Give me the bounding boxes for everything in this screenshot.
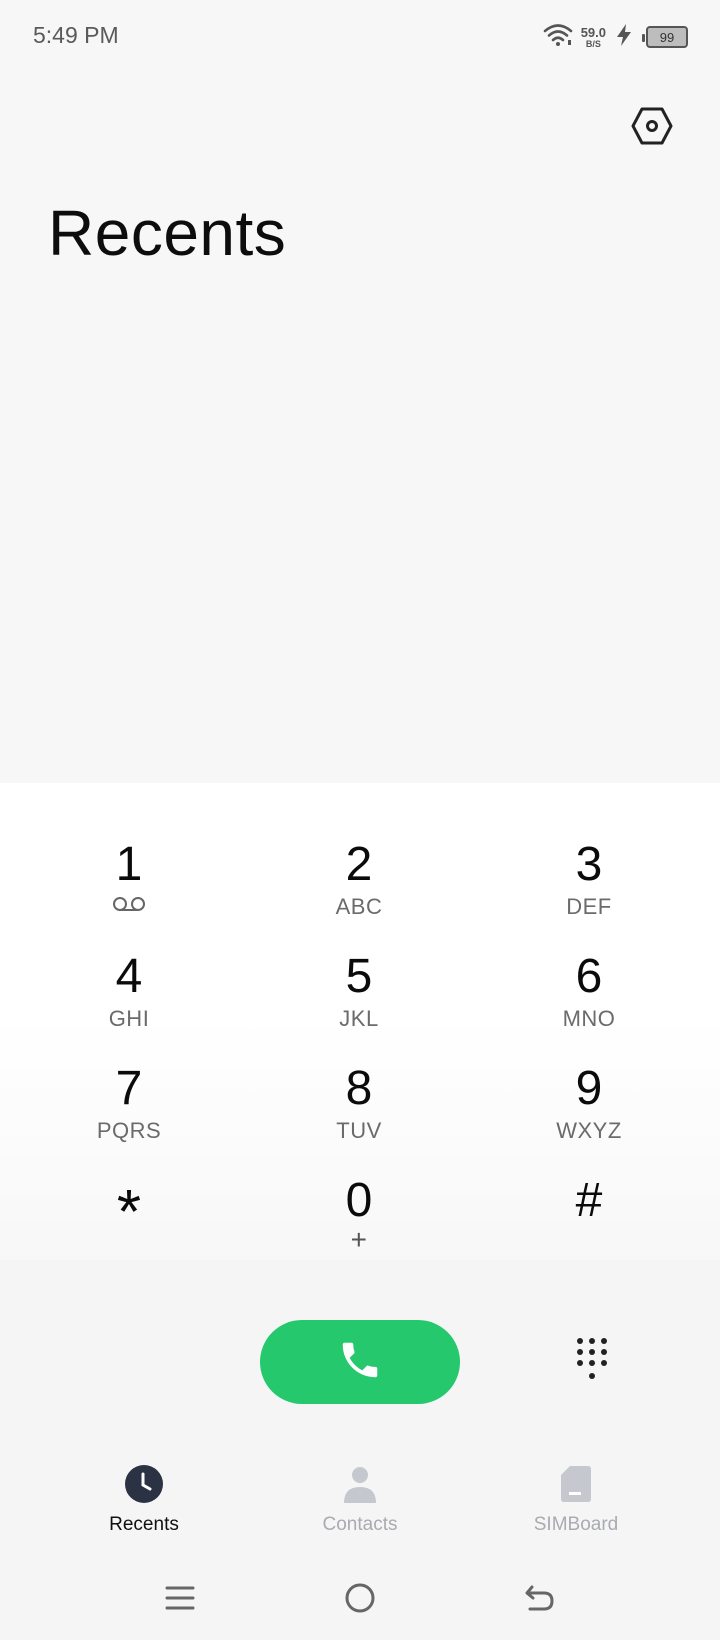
key-8[interactable]: 8 TUV [259, 1062, 459, 1168]
key-star[interactable]: * [29, 1174, 229, 1280]
key-digit: 4 [115, 950, 143, 1003]
menu-button[interactable] [150, 1575, 210, 1625]
tab-label: Contacts [322, 1514, 398, 1535]
dialpad-toggle-button[interactable] [562, 1332, 622, 1392]
network-speed-value: 59.0 [580, 24, 606, 40]
sim-card-icon [556, 1464, 596, 1504]
key-hash[interactable]: # [489, 1174, 689, 1280]
network-speed: 59.0 B/S [581, 26, 606, 49]
key-letters: WXYZ [556, 1118, 622, 1143]
key-digit: 6 [575, 950, 603, 1003]
key-digit: * [116, 1178, 142, 1247]
key-letters: GHI [108, 1006, 150, 1031]
system-nav-bar [0, 1565, 720, 1640]
key-4[interactable]: 4 GHI [29, 950, 229, 1056]
charging-icon [614, 23, 634, 52]
key-digit: 9 [575, 1062, 603, 1115]
home-icon [344, 1582, 376, 1619]
key-digit: 5 [345, 950, 373, 1003]
back-icon [524, 1583, 556, 1618]
key-5[interactable]: 5 JKL [259, 950, 459, 1056]
status-bar: 5:49 PM 59.0 B/S 99 [0, 0, 720, 74]
key-digit: 2 [345, 838, 373, 891]
key-1[interactable]: 1 [29, 838, 229, 944]
status-icons: 59.0 B/S 99 [543, 22, 688, 52]
tab-label: Recents [109, 1514, 179, 1535]
page-title: Recents [48, 197, 287, 269]
menu-icon [165, 1584, 195, 1617]
settings-button[interactable] [628, 104, 676, 152]
key-0[interactable]: 0 + [259, 1174, 459, 1280]
key-digit: # [575, 1174, 603, 1227]
home-button[interactable] [330, 1575, 390, 1625]
key-digit: 0 [345, 1174, 373, 1227]
key-9[interactable]: 9 WXYZ [489, 1062, 689, 1168]
call-button[interactable] [260, 1320, 460, 1404]
tab-recents[interactable]: Recents [34, 1460, 254, 1560]
key-letters: PQRS [96, 1118, 162, 1143]
network-speed-unit: B/S [585, 38, 601, 49]
key-6[interactable]: 6 MNO [489, 950, 689, 1056]
dialpad-grid-icon [574, 1336, 610, 1389]
tab-label: SIMBoard [533, 1514, 619, 1535]
person-icon [340, 1464, 380, 1504]
key-letters: DEF [566, 894, 612, 919]
bottom-tab-bar: Recents Contacts SIMBoard [0, 1460, 720, 1560]
tab-contacts[interactable]: Contacts [250, 1460, 470, 1560]
status-time: 5:49 PM [33, 22, 119, 48]
key-3[interactable]: 3 DEF [489, 838, 689, 944]
battery-level: 99 [659, 29, 675, 45]
key-letters: + [350, 1224, 368, 1255]
key-digit: 3 [575, 838, 603, 891]
clock-icon [124, 1464, 164, 1504]
key-2[interactable]: 2 ABC [259, 838, 459, 944]
battery-icon: 99 [642, 26, 688, 48]
voicemail-icon [111, 894, 147, 920]
tab-simboard[interactable]: SIMBoard [466, 1460, 686, 1560]
key-digit: 7 [115, 1062, 143, 1115]
back-button[interactable] [510, 1575, 570, 1625]
key-digit: 8 [345, 1062, 373, 1115]
key-letters: MNO [562, 1006, 616, 1031]
key-7[interactable]: 7 PQRS [29, 1062, 229, 1168]
key-letters: TUV [336, 1118, 382, 1143]
phone-icon [337, 1337, 383, 1388]
key-letters: ABC [335, 894, 383, 919]
settings-hexagon-icon [631, 106, 673, 151]
key-letters: JKL [339, 1006, 379, 1031]
wifi-icon [543, 23, 573, 52]
key-digit: 1 [115, 838, 143, 891]
